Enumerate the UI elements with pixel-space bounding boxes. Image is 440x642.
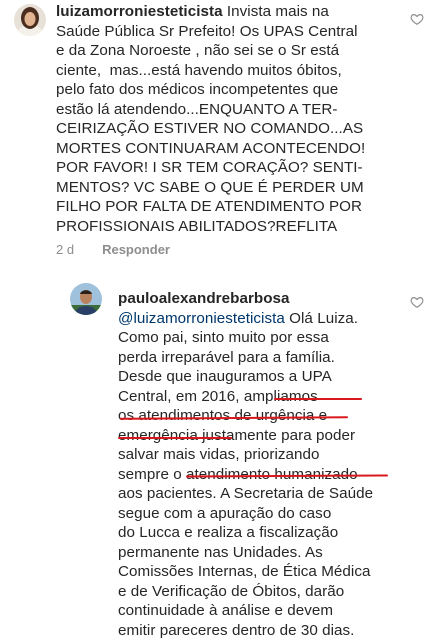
comment-line: CEIRIZAÇÃO ESTIVER NO COMANDO...AS — [56, 120, 364, 137]
comment-line: e da Zona Noroeste , não sei se o Sr est… — [56, 42, 340, 59]
comment-meta: 2 d Responder — [56, 242, 170, 257]
comment-line: emergência justamente para poder — [118, 426, 356, 444]
heart-outline-icon[interactable] — [410, 295, 424, 309]
comment-line: aos pacientes. A Secretaria de Saúde — [118, 485, 374, 502]
comment-luiza: luizamorroniesteticista Invista mais na … — [0, 0, 440, 270]
comment-line: Desde que inauguramos a UPA — [118, 368, 332, 385]
comment-line: FILHO POR FALTA DE ATENDIMENTO POR — [56, 198, 363, 215]
comment-line: e de Verificação de Óbitos, darão — [118, 582, 345, 600]
comment-line: perda irreparável para a família. — [118, 348, 335, 366]
highlight-underline — [118, 437, 232, 439]
comment-line: MORTES CONTINUARAM ACONTECENDO! — [56, 139, 366, 157]
comment-line: Comissões Internas, de Ética Médica — [118, 563, 371, 580]
comment-line: ciente, mas...está havendo muitos óbitos… — [56, 61, 342, 79]
comment-line: pelo fato dos médicos incompetentes que — [56, 81, 339, 98]
comment-line: Saúde Pública Sr Prefeito! Os UPAS Centr… — [56, 22, 358, 40]
comment-line: Central, em 2016, ampliamos — [118, 387, 318, 405]
username-paulo[interactable]: pauloalexandrebarbosa — [118, 289, 408, 309]
comment-paulo: pauloalexandrebarbosa @luizamorroniestet… — [0, 275, 440, 642]
comment-line: emitir pareceres dentro de 30 dias. — [118, 621, 355, 639]
comment-line: POR FAVOR! I SR TEM CORAÇÃO? SENTI- — [56, 159, 363, 176]
comment-line: MENTOS? VC SABE O QUE É PERDER UM — [56, 178, 364, 196]
comment-line: PROFISSIONAIS ABILITADOS?REFLITA — [56, 217, 338, 235]
comment-line: Invista mais na — [226, 3, 329, 20]
comment-line: do Lucca e realiza a fiscalização — [118, 524, 339, 541]
comment-line: segue com a apuração do caso — [118, 504, 332, 522]
highlight-underline — [274, 398, 362, 400]
avatar-paulo[interactable] — [70, 283, 102, 315]
comment-line: salvar mais vidas, priorizando — [118, 446, 320, 463]
comment-line: estão lá atendendo...ENQUANTO A TER- — [56, 100, 338, 118]
reply-button[interactable]: Responder — [102, 242, 170, 257]
comment-line: Olá Luiza. — [284, 309, 359, 327]
comment-text: luizamorroniesteticista Invista mais na … — [56, 2, 426, 236]
comment-line: Como pai, sinto muito por essa — [118, 329, 329, 346]
comment-line: continuidade à análise e devem — [118, 602, 334, 619]
mention-link[interactable]: @luizamorroniesteticista — [118, 310, 285, 327]
comment-line: permanente nas Unidades. As — [118, 543, 323, 561]
comment-line: os atendimentos de urgência e — [118, 407, 328, 424]
comment-text: pauloalexandrebarbosa @luizamorroniestet… — [118, 289, 408, 640]
username-luiza[interactable]: luizamorroniesteticista — [56, 3, 223, 20]
heart-outline-icon[interactable] — [410, 12, 424, 26]
avatar-luiza[interactable] — [14, 4, 46, 36]
comment-timestamp: 2 d — [56, 242, 75, 257]
